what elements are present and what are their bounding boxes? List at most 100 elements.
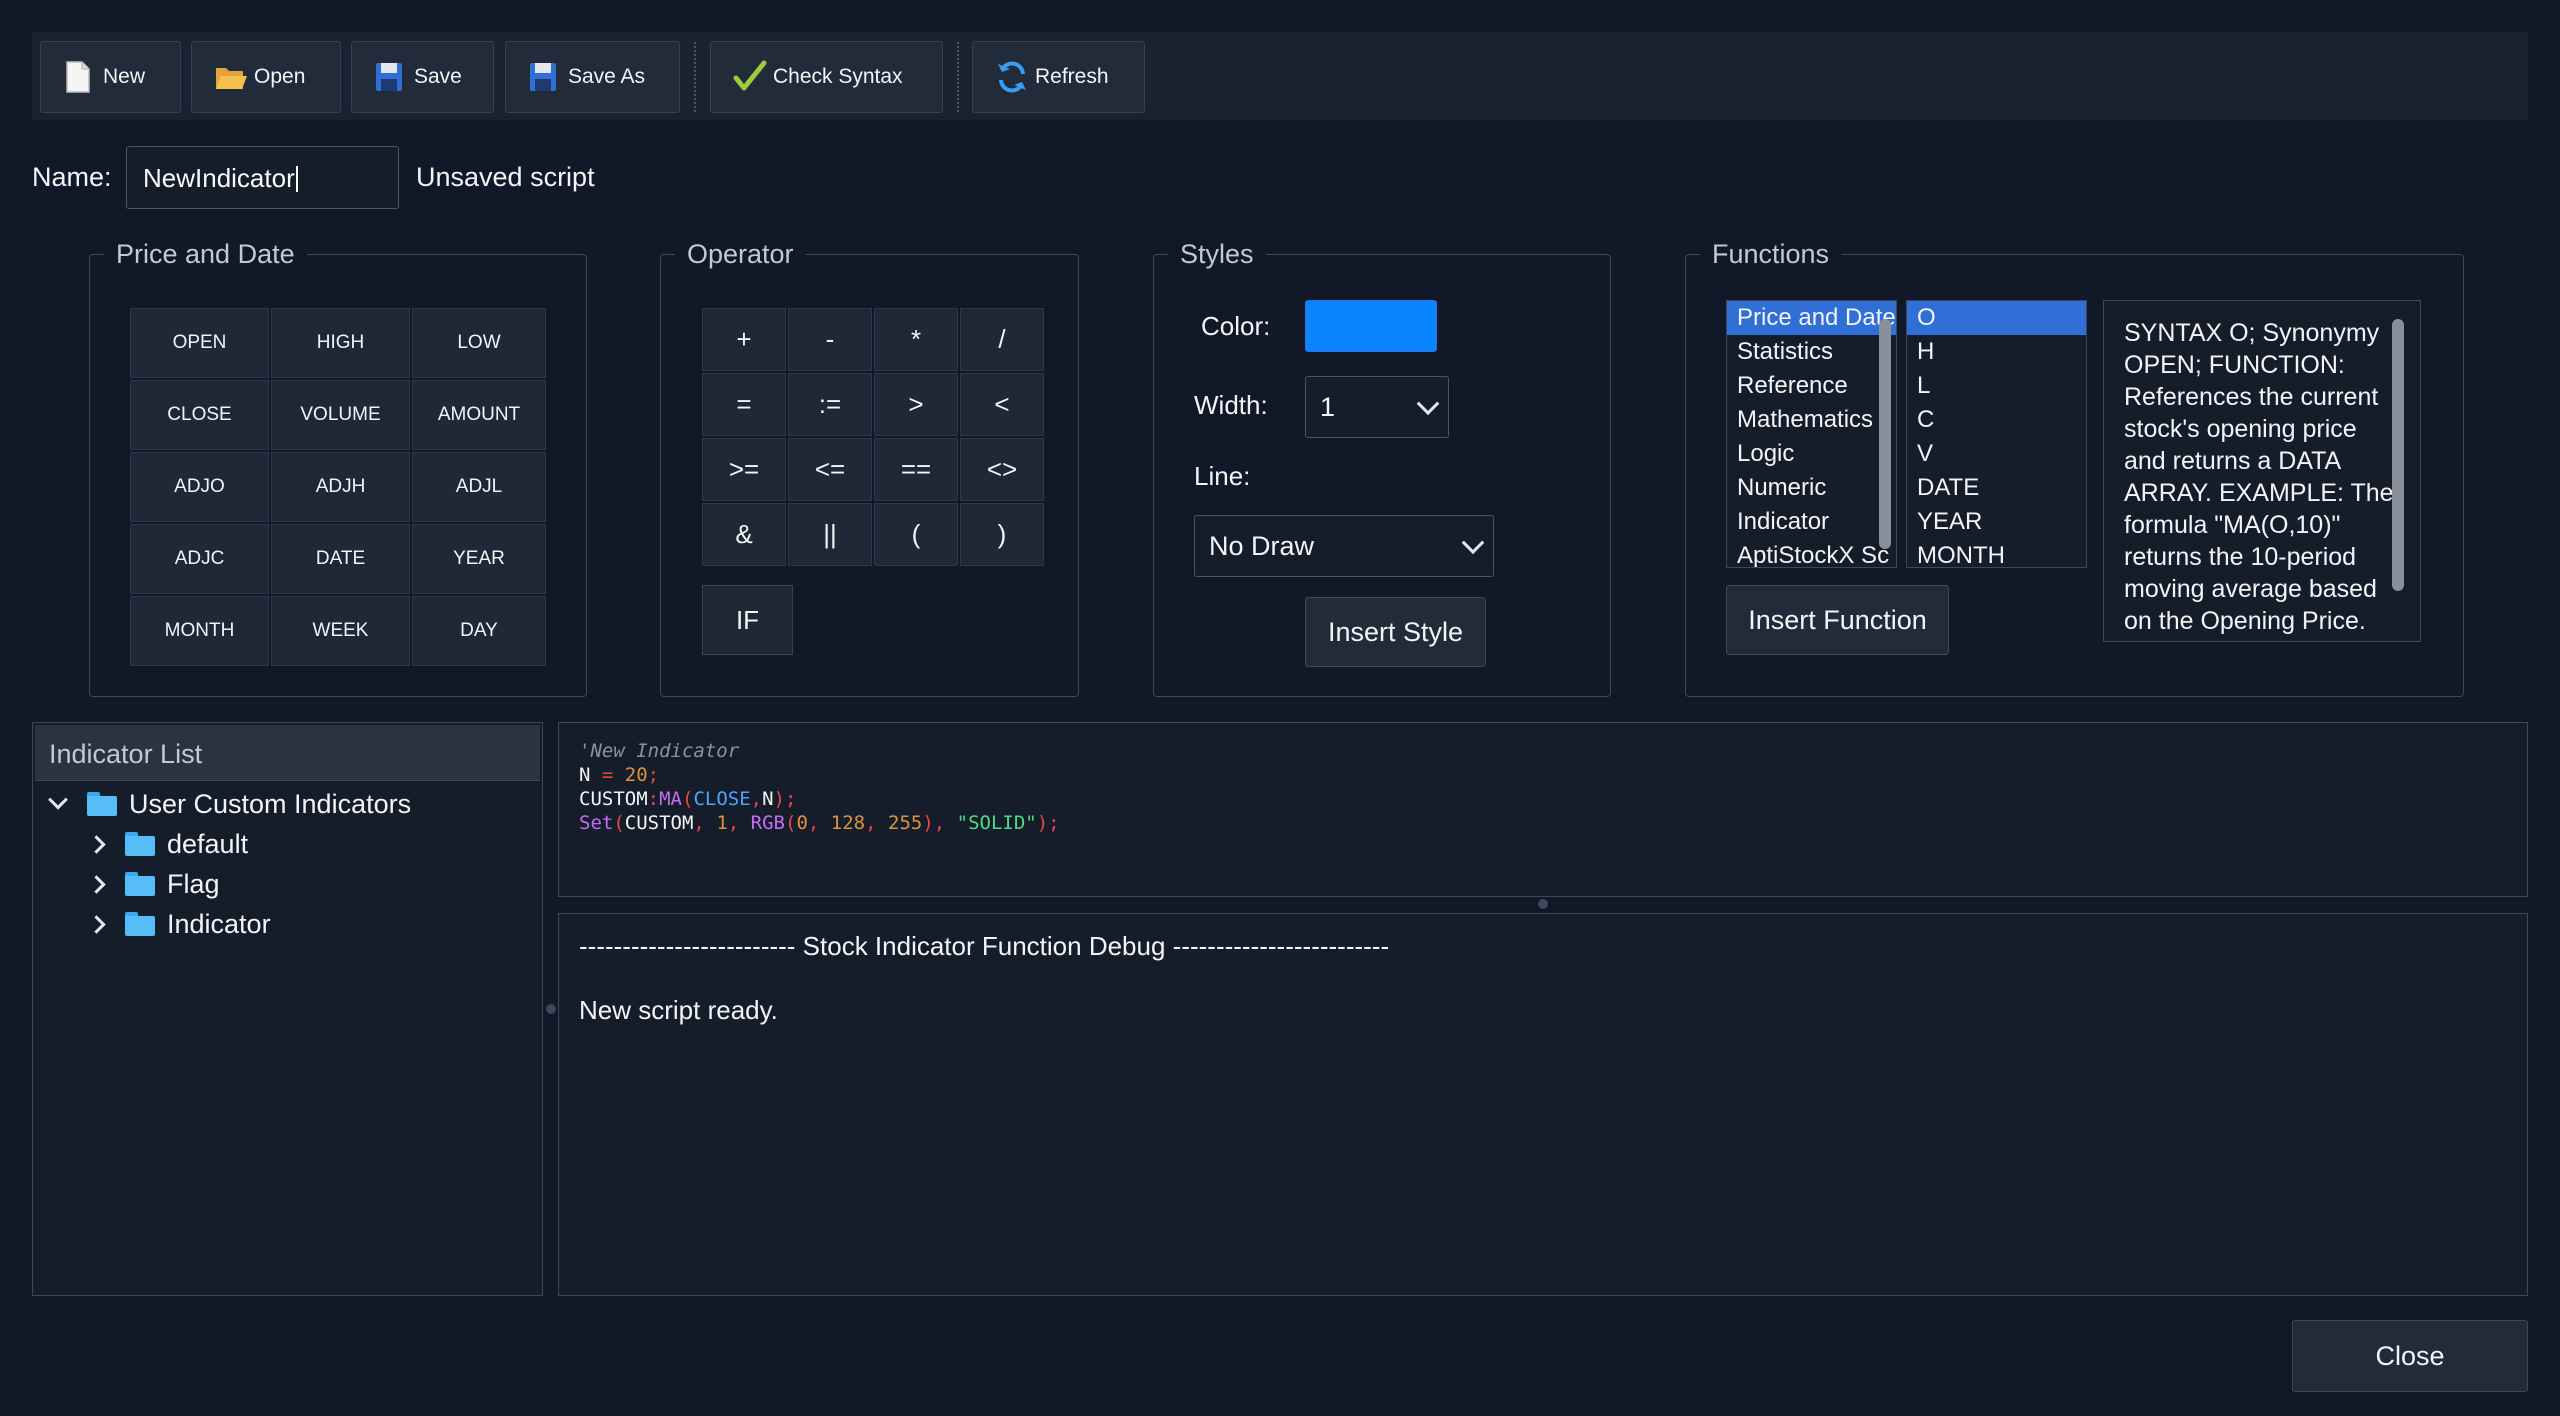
operator-button-close-paren[interactable]: ) xyxy=(960,503,1044,566)
debug-header: ------------------------- Stock Indicato… xyxy=(579,931,1390,961)
price-button-amount[interactable]: AMOUNT xyxy=(412,380,546,450)
operator-button-or[interactable]: || xyxy=(788,503,872,566)
new-button[interactable]: New xyxy=(40,41,181,113)
function-item[interactable]: DATE xyxy=(1907,471,2086,505)
refresh-button[interactable]: Refresh xyxy=(972,41,1145,113)
price-button-year[interactable]: YEAR xyxy=(412,524,546,594)
operator-buttons: + - * / = := > < >= <= == <> & || ( ) xyxy=(702,308,1044,566)
tree-node-default[interactable]: default xyxy=(87,824,248,864)
operator-button-plus[interactable]: + xyxy=(702,308,786,371)
operator-button-equals[interactable]: = xyxy=(702,373,786,436)
operator-button-and[interactable]: & xyxy=(702,503,786,566)
code-token: Set xyxy=(579,812,614,834)
price-button-low[interactable]: LOW xyxy=(412,308,546,378)
price-button-adjc[interactable]: ADJC xyxy=(130,524,269,594)
new-file-icon xyxy=(63,60,93,94)
code-token: , xyxy=(865,812,888,834)
code-comment: 'New Indicator xyxy=(579,740,740,762)
price-button-adjh[interactable]: ADJH xyxy=(271,452,410,522)
function-item[interactable]: YEAR xyxy=(1907,505,2086,539)
indicator-list-title: Indicator List xyxy=(35,725,540,781)
category-item[interactable]: Mathematics xyxy=(1727,403,1896,437)
price-button-adjo[interactable]: ADJO xyxy=(130,452,269,522)
price-button-open[interactable]: OPEN xyxy=(130,308,269,378)
expand-arrow-icon[interactable] xyxy=(48,789,68,810)
category-item[interactable]: Logic xyxy=(1727,437,1896,471)
operator-button-less[interactable]: < xyxy=(960,373,1044,436)
description-scrollbar[interactable] xyxy=(2392,319,2404,591)
operator-button-open-paren[interactable]: ( xyxy=(874,503,958,566)
price-button-week[interactable]: WEEK xyxy=(271,596,410,666)
name-input[interactable]: NewIndicator xyxy=(126,146,399,209)
operator-button-minus[interactable]: - xyxy=(788,308,872,371)
splitter-handle[interactable] xyxy=(546,1004,556,1014)
function-item-list[interactable]: O H L C V DATE YEAR MONTH xyxy=(1906,300,2087,568)
save-button[interactable]: Save xyxy=(351,41,494,113)
category-item[interactable]: Statistics xyxy=(1727,335,1896,369)
price-button-high[interactable]: HIGH xyxy=(271,308,410,378)
category-item[interactable]: Numeric xyxy=(1727,471,1896,505)
function-item[interactable]: MONTH xyxy=(1907,539,2086,567)
function-item[interactable]: V xyxy=(1907,437,2086,471)
open-button[interactable]: Open xyxy=(191,41,341,113)
save-as-button-label: Save As xyxy=(568,65,646,88)
close-button[interactable]: Close xyxy=(2292,1320,2528,1392)
check-syntax-button[interactable]: Check Syntax xyxy=(710,41,943,113)
save-as-button[interactable]: Save As xyxy=(505,41,680,113)
collapse-arrow-icon[interactable] xyxy=(87,874,106,894)
function-category-list[interactable]: Price and Date Statistics Reference Math… xyxy=(1726,300,1897,568)
category-list-scrollbar[interactable] xyxy=(1879,319,1891,549)
color-picker[interactable] xyxy=(1305,300,1437,352)
function-description: SYNTAX O; Synonymy OPEN; FUNCTION: Refer… xyxy=(2103,300,2421,642)
function-item[interactable]: L xyxy=(1907,369,2086,403)
name-label: Name: xyxy=(32,162,112,192)
checkmark-icon xyxy=(733,60,767,94)
tree-node-root[interactable]: User Custom Indicators xyxy=(48,784,411,824)
insert-style-button[interactable]: Insert Style xyxy=(1305,597,1486,667)
width-select[interactable]: 1 xyxy=(1305,376,1449,438)
refresh-button-label: Refresh xyxy=(1035,65,1109,88)
code-token: , xyxy=(693,812,717,834)
operator-button-assign[interactable]: := xyxy=(788,373,872,436)
category-item[interactable]: Price and Date xyxy=(1727,301,1896,335)
tree-node-flag[interactable]: Flag xyxy=(87,864,220,904)
operator-button-not-equal[interactable]: <> xyxy=(960,438,1044,501)
code-token: ( xyxy=(681,788,694,810)
price-button-date[interactable]: DATE xyxy=(271,524,410,594)
operator-button-divide[interactable]: / xyxy=(960,308,1044,371)
category-item[interactable]: Reference xyxy=(1727,369,1896,403)
function-item[interactable]: C xyxy=(1907,403,2086,437)
price-button-day[interactable]: DAY xyxy=(412,596,546,666)
line-style-select[interactable]: No Draw xyxy=(1194,515,1494,577)
category-item[interactable]: AptiStockX Sc xyxy=(1727,539,1896,567)
collapse-arrow-icon[interactable] xyxy=(87,914,106,934)
price-button-adjl[interactable]: ADJL xyxy=(412,452,546,522)
tree-node-indicator[interactable]: Indicator xyxy=(87,904,271,944)
code-token: "SOLID" xyxy=(956,812,1037,834)
function-item[interactable]: O xyxy=(1907,301,2086,335)
insert-function-button[interactable]: Insert Function xyxy=(1726,585,1949,655)
price-button-close[interactable]: CLOSE xyxy=(130,380,269,450)
operator-button-multiply[interactable]: * xyxy=(874,308,958,371)
tree-node-label: Flag xyxy=(167,868,220,899)
code-token: 255 xyxy=(888,812,923,834)
function-item[interactable]: H xyxy=(1907,335,2086,369)
code-token: 1 xyxy=(716,812,728,834)
price-button-volume[interactable]: VOLUME xyxy=(271,380,410,450)
operator-button-greater-equal[interactable]: >= xyxy=(702,438,786,501)
splitter-handle[interactable] xyxy=(1538,899,1548,909)
operator-button-double-equal[interactable]: == xyxy=(874,438,958,501)
script-editor[interactable]: 'New Indicator N = 20; CUSTOM:MA(CLOSE,N… xyxy=(558,722,2528,897)
code-token: CUSTOM xyxy=(579,788,648,810)
category-item[interactable]: Indicator xyxy=(1727,505,1896,539)
code-token: ); xyxy=(773,788,797,810)
code-token: CLOSE xyxy=(693,788,751,810)
price-button-month[interactable]: MONTH xyxy=(130,596,269,666)
collapse-arrow-icon[interactable] xyxy=(87,834,106,854)
save-as-disk-icon xyxy=(528,60,558,94)
code-token: , xyxy=(750,788,763,810)
operator-button-less-equal[interactable]: <= xyxy=(788,438,872,501)
if-button[interactable]: IF xyxy=(702,585,793,655)
operator-button-greater[interactable]: > xyxy=(874,373,958,436)
refresh-icon xyxy=(995,60,1026,94)
